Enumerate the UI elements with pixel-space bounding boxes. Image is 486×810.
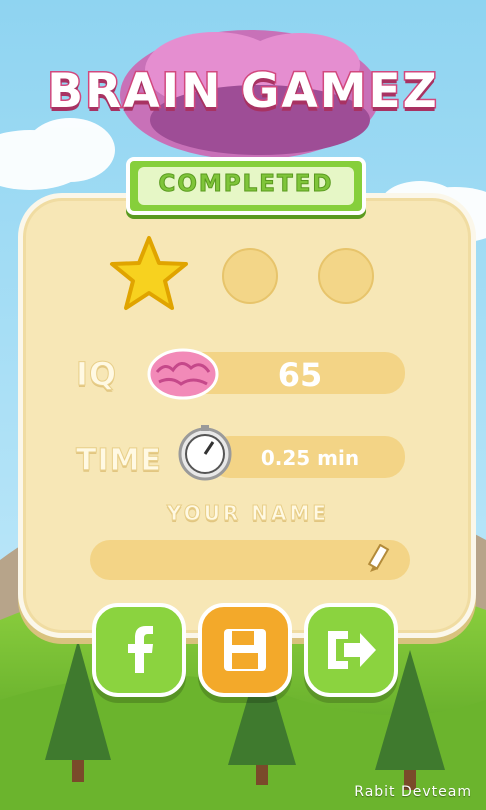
developer-credit: Rabit Devteam: [354, 784, 472, 800]
time-label: TIME: [76, 443, 162, 479]
pencil-icon[interactable]: [366, 544, 392, 576]
completed-banner: COMPLETED: [126, 157, 366, 215]
star-empty-slot-2: [222, 248, 278, 304]
brain-icon: [147, 348, 219, 400]
star-earned-icon: [110, 236, 188, 310]
stopwatch-icon: [178, 425, 232, 481]
facebook-icon: [128, 626, 153, 673]
star-empty-slot-3: [318, 248, 374, 304]
facebook-share-button[interactable]: [92, 603, 186, 697]
exit-button[interactable]: [304, 603, 398, 697]
your-name-label: YOUR NAME: [166, 501, 330, 526]
exit-icon: [328, 631, 376, 669]
completed-label: COMPLETED: [158, 171, 334, 198]
iq-value: 65: [277, 356, 323, 394]
name-input-field[interactable]: [90, 540, 410, 580]
iq-label: IQ: [75, 355, 118, 394]
save-icon: [224, 629, 266, 671]
time-value: 0.25 min: [260, 446, 360, 470]
save-button[interactable]: [198, 603, 292, 697]
game-title: BRAIN GAMEZ: [46, 63, 439, 121]
